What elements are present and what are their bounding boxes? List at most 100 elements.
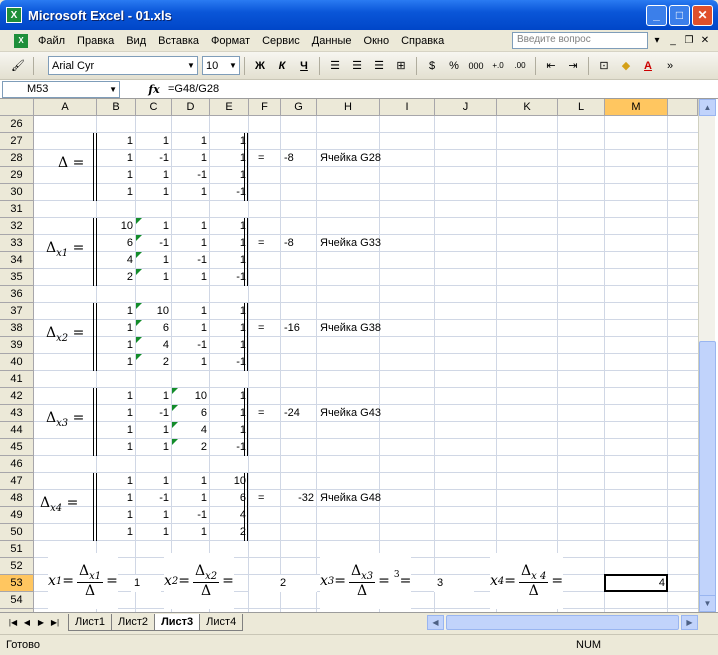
- reference-note-cell[interactable]: Ячейка G48: [320, 490, 430, 507]
- align-center-icon[interactable]: ☰: [347, 56, 367, 76]
- row-header-49[interactable]: 49: [0, 507, 34, 524]
- thousands-button[interactable]: 000: [466, 56, 486, 76]
- result-cell[interactable]: -8: [284, 150, 317, 167]
- row-header-40[interactable]: 40: [0, 354, 34, 371]
- row-header-26[interactable]: 26: [0, 116, 34, 133]
- matrix-cell[interactable]: 1: [136, 422, 172, 439]
- italic-button[interactable]: К: [272, 56, 292, 76]
- increase-indent-icon[interactable]: ⇥: [563, 56, 583, 76]
- tab-sheet3[interactable]: Лист3: [154, 613, 201, 631]
- matrix-cell[interactable]: -1: [136, 490, 172, 507]
- matrix-cell[interactable]: 1: [210, 218, 249, 235]
- column-header-j[interactable]: J: [435, 99, 497, 116]
- matrix-cell[interactable]: 1: [136, 507, 172, 524]
- result-cell[interactable]: -32: [281, 490, 317, 507]
- row-header-53[interactable]: 53: [0, 575, 34, 592]
- matrix-cell[interactable]: 1: [97, 405, 136, 422]
- active-cell-cursor[interactable]: [604, 574, 668, 592]
- matrix-cell[interactable]: -1: [172, 507, 210, 524]
- increase-decimal-icon[interactable]: +.0: [488, 56, 508, 76]
- scroll-down-icon[interactable]: ▼: [699, 595, 716, 612]
- matrix-cell[interactable]: 1: [136, 133, 172, 150]
- column-header-h[interactable]: H: [317, 99, 380, 116]
- matrix-cell[interactable]: 1: [136, 167, 172, 184]
- matrix-cell[interactable]: 1: [97, 507, 136, 524]
- row-header-41[interactable]: 41: [0, 371, 34, 388]
- row-header-27[interactable]: 27: [0, 133, 34, 150]
- matrix-cell[interactable]: 1: [210, 320, 249, 337]
- chevron-down-icon[interactable]: ▼: [227, 57, 239, 74]
- align-right-icon[interactable]: ☰: [369, 56, 389, 76]
- matrix-cell[interactable]: 6: [97, 235, 136, 252]
- row-header-33[interactable]: 33: [0, 235, 34, 252]
- menu-edit[interactable]: Правка: [71, 35, 120, 47]
- result-cell[interactable]: -16: [284, 320, 317, 337]
- matrix-cell[interactable]: 1: [97, 354, 136, 371]
- tab-sheet4[interactable]: Лист4: [199, 613, 244, 631]
- reference-note-cell[interactable]: Ячейка G38: [320, 320, 430, 337]
- row-header-29[interactable]: 29: [0, 167, 34, 184]
- toolbar-options-icon[interactable]: »: [660, 56, 680, 76]
- underline-button[interactable]: Ч: [294, 56, 314, 76]
- help-search-input[interactable]: Введите вопрос: [512, 32, 648, 49]
- doc-restore-icon[interactable]: ❐: [682, 35, 696, 46]
- matrix-cell[interactable]: 1: [172, 150, 210, 167]
- row-header-38[interactable]: 38: [0, 320, 34, 337]
- row-header-39[interactable]: 39: [0, 337, 34, 354]
- name-box[interactable]: M53 ▼: [2, 80, 120, 98]
- matrix-cell[interactable]: 1: [97, 473, 136, 490]
- matrix-cell[interactable]: 1: [210, 235, 249, 252]
- matrix-cell[interactable]: 1: [136, 524, 172, 541]
- row-header-50[interactable]: 50: [0, 524, 34, 541]
- horizontal-scroll-thumb[interactable]: [446, 615, 679, 630]
- matrix-cell[interactable]: 1: [172, 354, 210, 371]
- tab-sheet1[interactable]: Лист1: [68, 613, 113, 631]
- matrix-cell[interactable]: 1: [210, 388, 249, 405]
- decrease-decimal-icon[interactable]: .00: [510, 56, 530, 76]
- close-button[interactable]: ✕: [692, 4, 713, 26]
- matrix-cell[interactable]: 1: [97, 133, 136, 150]
- menu-insert[interactable]: Вставка: [152, 35, 205, 47]
- row-header-28[interactable]: 28: [0, 150, 34, 167]
- first-sheet-icon[interactable]: |◀: [6, 618, 20, 627]
- row-header-35[interactable]: 35: [0, 269, 34, 286]
- matrix-cell[interactable]: 1: [210, 405, 249, 422]
- matrix-cell[interactable]: 1: [97, 388, 136, 405]
- matrix-cell[interactable]: -1: [210, 354, 249, 371]
- row-header-37[interactable]: 37: [0, 303, 34, 320]
- maximize-button[interactable]: □: [669, 4, 690, 26]
- align-left-icon[interactable]: ☰: [325, 56, 345, 76]
- matrix-cell[interactable]: 1: [172, 320, 210, 337]
- scroll-left-icon[interactable]: ◀: [427, 615, 444, 630]
- vertical-scrollbar[interactable]: ▲ ▼: [698, 99, 716, 612]
- column-header-d[interactable]: D: [172, 99, 210, 116]
- document-icon[interactable]: X: [14, 33, 28, 48]
- row-header-36[interactable]: 36: [0, 286, 34, 303]
- chevron-down-icon[interactable]: ▼: [109, 85, 117, 94]
- menu-window[interactable]: Окно: [358, 35, 396, 47]
- matrix-cell[interactable]: 1: [210, 150, 249, 167]
- matrix-cell[interactable]: 1: [172, 303, 210, 320]
- matrix-cell[interactable]: 1: [210, 252, 249, 269]
- matrix-cell[interactable]: 1: [136, 473, 172, 490]
- matrix-cell[interactable]: 1: [172, 473, 210, 490]
- row-header-42[interactable]: 42: [0, 388, 34, 405]
- column-header-g[interactable]: G: [281, 99, 317, 116]
- equals-cell[interactable]: =: [258, 320, 278, 337]
- row-header-34[interactable]: 34: [0, 252, 34, 269]
- vertical-scroll-thumb[interactable]: [699, 341, 716, 606]
- fill-color-icon[interactable]: ◆: [616, 56, 636, 76]
- matrix-cell[interactable]: 1: [172, 490, 210, 507]
- matrix-cell[interactable]: 1: [97, 337, 136, 354]
- tab-sheet2[interactable]: Лист2: [111, 613, 156, 631]
- matrix-cell[interactable]: 1: [172, 218, 210, 235]
- column-header-b[interactable]: B: [97, 99, 136, 116]
- minimize-button[interactable]: _: [646, 4, 667, 26]
- column-header-extra[interactable]: [668, 99, 698, 116]
- solution-value-cell[interactable]: 2: [249, 575, 317, 592]
- next-sheet-icon[interactable]: ▶: [34, 618, 48, 627]
- matrix-cell[interactable]: 1: [136, 388, 172, 405]
- row-header-48[interactable]: 48: [0, 490, 34, 507]
- matrix-cell[interactable]: -1: [136, 405, 172, 422]
- matrix-cell[interactable]: 10: [210, 473, 249, 490]
